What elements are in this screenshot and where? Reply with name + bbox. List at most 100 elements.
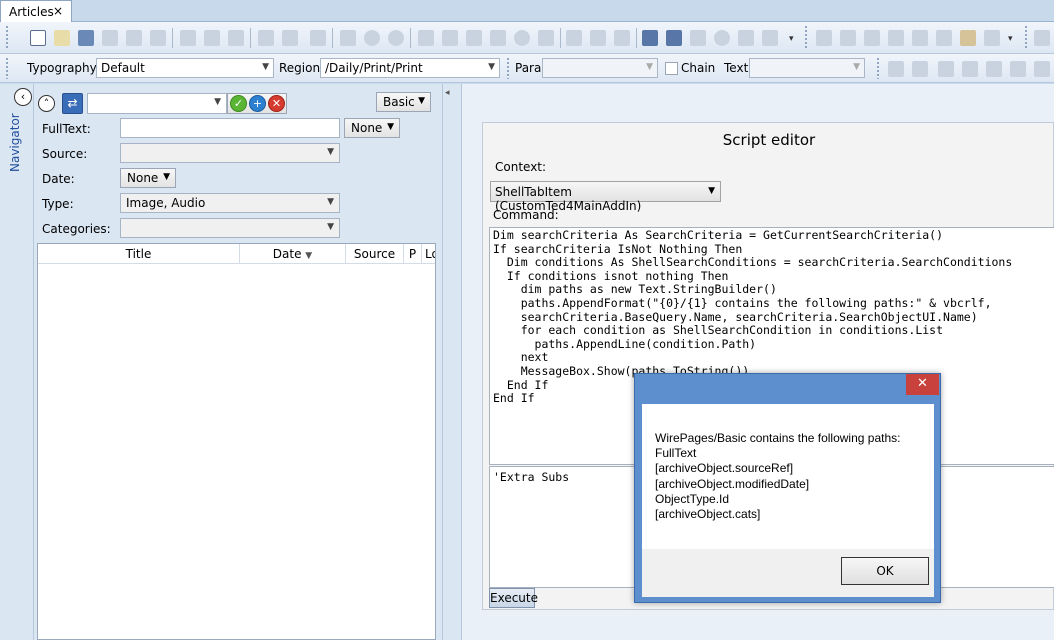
find-icon[interactable] bbox=[340, 30, 356, 46]
tab-articles[interactable]: Articles × bbox=[0, 0, 72, 23]
chart-icon[interactable] bbox=[690, 30, 706, 46]
chain-checkbox[interactable] bbox=[665, 62, 678, 75]
link-icon[interactable] bbox=[514, 30, 530, 46]
align-center-icon[interactable] bbox=[840, 30, 856, 46]
execute-button[interactable]: Execute bbox=[489, 588, 538, 608]
results-list[interactable]: Title Date ▼ Source P Lo bbox=[37, 243, 436, 640]
group-icon[interactable] bbox=[960, 30, 976, 46]
compass-icon[interactable] bbox=[714, 30, 730, 46]
search-mode-value: Basic bbox=[383, 95, 415, 109]
layout-icon[interactable] bbox=[442, 30, 458, 46]
distribute-icon[interactable] bbox=[912, 30, 928, 46]
window-icon[interactable] bbox=[590, 30, 606, 46]
collapse-navigator-icon[interactable]: ‹ bbox=[14, 88, 32, 106]
fulltext-input[interactable] bbox=[120, 118, 340, 138]
bold-icon[interactable] bbox=[938, 61, 954, 77]
document-tab-strip: Articles × bbox=[0, 0, 1054, 23]
open-folder-icon[interactable] bbox=[54, 30, 70, 46]
close-icon[interactable]: ✕ bbox=[906, 374, 939, 395]
undo-icon[interactable] bbox=[258, 30, 274, 46]
toolbar-grip[interactable] bbox=[5, 57, 9, 79]
more-tools-icon[interactable] bbox=[1034, 30, 1050, 46]
column-header-title[interactable]: Title bbox=[38, 244, 240, 264]
fulltext-mode-select[interactable]: None ▼ bbox=[344, 118, 400, 138]
save-all-icon[interactable] bbox=[78, 30, 94, 46]
context-select[interactable]: ShellTabItem (CustomTed4MainAddIn) ▼ bbox=[490, 181, 721, 213]
typography-select[interactable]: Default ▼ bbox=[96, 58, 274, 78]
add-icon[interactable]: + bbox=[249, 95, 266, 112]
refresh-icon[interactable]: ⇄ bbox=[62, 93, 83, 114]
para-select[interactable]: ▼ bbox=[542, 58, 658, 78]
toolbar-grip[interactable] bbox=[1024, 25, 1028, 49]
chevron-down-icon: ▼ bbox=[214, 97, 221, 107]
frame-icon[interactable] bbox=[466, 30, 482, 46]
collapse-up-icon[interactable]: ˄ bbox=[38, 95, 55, 112]
region-label: Region bbox=[279, 61, 321, 75]
delete-icon[interactable]: ✕ bbox=[268, 95, 285, 112]
forward-icon[interactable] bbox=[984, 30, 1000, 46]
network-icon[interactable] bbox=[642, 30, 658, 46]
parking-icon[interactable] bbox=[538, 30, 554, 46]
toolbar-overflow-icon[interactable]: ▾ bbox=[1008, 34, 1013, 44]
print-icon[interactable] bbox=[126, 30, 142, 46]
column-header-source[interactable]: Source bbox=[346, 244, 404, 264]
saved-search-select[interactable]: ▼ bbox=[87, 93, 227, 114]
globe-icon[interactable] bbox=[364, 30, 380, 46]
columns-icon[interactable] bbox=[762, 30, 778, 46]
strikethrough-icon[interactable] bbox=[986, 61, 1002, 77]
text-style-select[interactable]: ▼ bbox=[749, 58, 865, 78]
record-icon[interactable] bbox=[614, 30, 630, 46]
date-select[interactable]: None ▼ bbox=[120, 168, 176, 188]
paste-icon[interactable] bbox=[228, 30, 244, 46]
close-icon[interactable]: × bbox=[53, 4, 63, 18]
insert-box-icon[interactable] bbox=[310, 30, 326, 46]
align-left-icon[interactable] bbox=[816, 30, 832, 46]
panel-icon[interactable] bbox=[566, 30, 582, 46]
region-select[interactable]: /Daily/Print/Print ▼ bbox=[320, 58, 500, 78]
justify-icon[interactable] bbox=[888, 30, 904, 46]
check-icon[interactable]: ✓ bbox=[230, 95, 247, 112]
toolbar-grip[interactable] bbox=[804, 25, 808, 49]
arrange-icon[interactable] bbox=[936, 30, 952, 46]
toolbar-grip[interactable] bbox=[876, 57, 880, 79]
message-box: ✕ WirePages/Basic contains the following… bbox=[634, 373, 941, 603]
para-label: Para bbox=[515, 61, 542, 75]
network-edit-icon[interactable] bbox=[666, 30, 682, 46]
column-header-lo[interactable]: Lo bbox=[422, 244, 435, 264]
redo-icon[interactable] bbox=[282, 30, 298, 46]
region-value: /Daily/Print/Print bbox=[325, 61, 423, 75]
save-icon[interactable] bbox=[102, 30, 118, 46]
copy-icon[interactable] bbox=[204, 30, 220, 46]
search-mode-select[interactable]: Basic ▼ bbox=[376, 92, 431, 112]
collapse-left-icon[interactable]: ◂ bbox=[445, 88, 450, 98]
ok-button[interactable]: OK bbox=[841, 557, 929, 585]
export-icon[interactable] bbox=[418, 30, 434, 46]
column-header-date[interactable]: Date ▼ bbox=[240, 244, 346, 264]
grid-icon[interactable] bbox=[738, 30, 754, 46]
align-right-icon[interactable] bbox=[864, 30, 880, 46]
categories-select[interactable]: ▼ bbox=[120, 218, 340, 238]
web-icon[interactable] bbox=[388, 30, 404, 46]
toolbar-grip[interactable] bbox=[5, 25, 9, 49]
typography-value: Default bbox=[101, 61, 145, 75]
pilcrow-icon[interactable] bbox=[888, 61, 904, 77]
extra-subs-code: 'Extra Subs bbox=[493, 470, 570, 484]
panel-splitter[interactable]: ◂ bbox=[442, 84, 462, 640]
column-header-p[interactable]: P bbox=[404, 244, 422, 264]
type-select[interactable]: Image, Audio ▼ bbox=[120, 193, 340, 213]
navigator-label[interactable]: Navigator bbox=[8, 112, 28, 172]
text-tool-icon[interactable] bbox=[912, 61, 928, 77]
new-document-icon[interactable] bbox=[30, 30, 46, 46]
toolbar-overflow-icon[interactable]: ▾ bbox=[789, 34, 794, 44]
cut-icon[interactable] bbox=[180, 30, 196, 46]
spellcheck-icon[interactable] bbox=[150, 30, 166, 46]
eraser-icon[interactable] bbox=[1010, 61, 1026, 77]
source-select[interactable]: ▼ bbox=[120, 143, 340, 163]
message-line: [archiveObject.modifiedDate] bbox=[655, 476, 810, 491]
toolbar-grip[interactable] bbox=[506, 57, 510, 79]
image-icon[interactable] bbox=[490, 30, 506, 46]
underline-icon[interactable] bbox=[1034, 61, 1050, 77]
message-area: WirePages/Basic contains the following p… bbox=[642, 404, 934, 549]
italic-icon[interactable] bbox=[962, 61, 978, 77]
chevron-down-icon: ▼ bbox=[853, 62, 860, 72]
